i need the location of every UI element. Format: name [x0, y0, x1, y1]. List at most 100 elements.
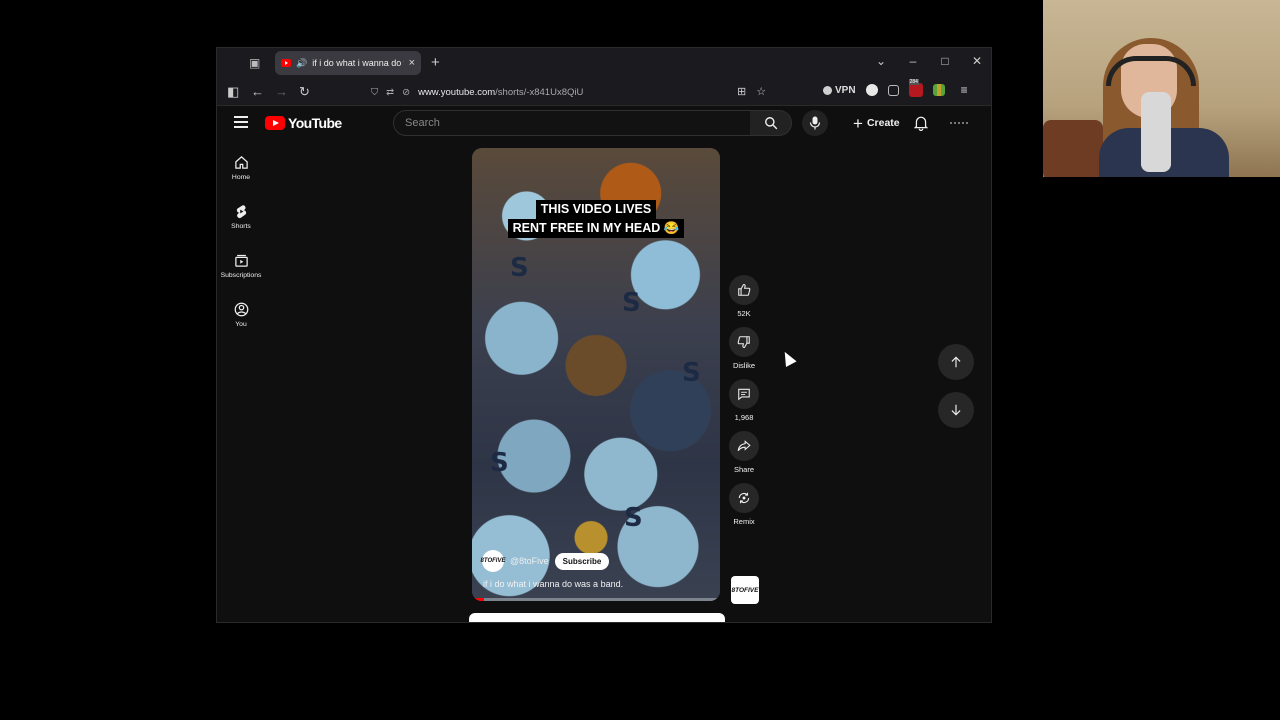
url-path: /shorts/-x841Ux8QiU	[495, 86, 584, 98]
uniform-letter: S	[682, 358, 701, 388]
like-count: 52K	[737, 309, 751, 318]
guide-menu-icon[interactable]	[234, 116, 248, 128]
reload-icon[interactable]: ↻	[299, 84, 310, 100]
extension-puzzle-icon[interactable]	[887, 84, 899, 96]
yt-header: YouTube Search + Create	[217, 107, 991, 141]
short-video-player[interactable]: S S S S S THIS VIDEO LIVES RENT FREE IN …	[472, 148, 720, 601]
sidebar-label: Home	[231, 174, 251, 181]
uniform-letter: S	[510, 253, 529, 283]
share-icon	[737, 440, 751, 451]
tab-title: if i do what i wanna do was	[312, 58, 403, 68]
tab-list-icon[interactable]: ▣	[249, 56, 263, 70]
uniform-letter: S	[624, 503, 643, 533]
search-button[interactable]	[750, 110, 792, 136]
bookmark-star-icon[interactable]: ☆	[756, 85, 766, 98]
uniform-letter: S	[622, 288, 641, 318]
forward-icon[interactable]: →	[275, 84, 288, 99]
youtube-favicon-icon	[281, 59, 291, 67]
you-icon	[234, 302, 248, 317]
new-tab-icon[interactable]: +	[431, 54, 440, 71]
remix-button[interactable]: Remix	[728, 483, 760, 526]
youtube-play-icon	[265, 116, 285, 130]
next-short-button[interactable]	[938, 392, 974, 428]
video-progress-bar[interactable]	[472, 598, 720, 601]
minimize-icon[interactable]: –	[907, 54, 919, 68]
tab-search-chevron-icon[interactable]: ⌄	[875, 54, 887, 68]
close-window-icon[interactable]: ✕	[971, 54, 983, 68]
arrow-down-icon	[951, 404, 961, 416]
ext-badge: 284	[908, 79, 919, 85]
desktop: ▣ 🔊 if i do what i wanna do was × + ⌄ – …	[0, 0, 1280, 720]
subscriptions-icon	[234, 254, 248, 267]
dislike-button[interactable]: Dislike	[728, 327, 760, 370]
maximize-icon[interactable]: □	[939, 54, 951, 68]
comments-button[interactable]: 1,968	[728, 379, 760, 422]
site-info-icon[interactable]: ⊘	[402, 87, 410, 98]
video-title[interactable]: if i do what i wanna do was a band.	[483, 579, 623, 589]
browser-menu-icon[interactable]: ≡	[961, 83, 968, 97]
webcam-microphone	[1141, 92, 1171, 172]
sidebar-item-home[interactable]: Home	[217, 155, 265, 181]
logo-text: YouTube	[288, 115, 342, 131]
tracking-icon[interactable]: ⇄	[386, 87, 394, 98]
notifications-bell-icon[interactable]	[914, 115, 928, 131]
channel-row: 8TOFIVE @8toFive Subscribe	[481, 550, 610, 572]
sidebar-item-you[interactable]: You	[217, 302, 265, 328]
back-icon[interactable]: ←	[251, 84, 264, 99]
comment-count: 1,968	[734, 413, 754, 422]
url-actions: ⊞ ☆	[737, 85, 766, 98]
share-button[interactable]: Share	[728, 431, 760, 474]
next-short-preview[interactable]	[469, 613, 725, 622]
extension-d-icon[interactable]	[865, 84, 878, 96]
browser-tab[interactable]: 🔊 if i do what i wanna do was ×	[275, 51, 421, 75]
sidebar-item-shorts[interactable]: Shorts	[217, 204, 265, 230]
vpn-button[interactable]: VPN	[823, 85, 856, 96]
create-label: Create	[866, 117, 900, 129]
sidebar-label: You	[235, 321, 247, 328]
sidebar-toggle-icon[interactable]: ◧	[227, 84, 239, 100]
url-host: www.youtube.com	[418, 86, 496, 98]
arrow-up-icon	[951, 356, 961, 368]
extension-meter-icon[interactable]	[932, 84, 945, 96]
mic-icon	[809, 116, 821, 130]
extensions-bar: VPN 284 ≡	[823, 79, 968, 97]
youtube-logo[interactable]: YouTube	[265, 115, 342, 131]
youtube-page: YouTube Search + Create Home Shorts Subs…	[217, 107, 991, 622]
shield-icon[interactable]: ⛉	[371, 87, 378, 98]
subscribe-button[interactable]: Subscribe	[554, 552, 610, 570]
channel-handle[interactable]: @8toFive	[510, 556, 549, 566]
progress-fill	[472, 598, 485, 601]
browser-window: ▣ 🔊 if i do what i wanna do was × + ⌄ – …	[216, 47, 992, 623]
remix-label: Remix	[733, 517, 755, 526]
like-button[interactable]: 52K	[728, 275, 760, 318]
title-bar: ▣ 🔊 if i do what i wanna do was × + ⌄ – …	[217, 48, 991, 78]
search-input[interactable]: Search	[393, 110, 751, 136]
audio-channel-thumbnail[interactable]: 8TOFIVE	[731, 576, 759, 604]
window-controls: ⌄ – □ ✕	[875, 54, 983, 68]
tab-close-icon[interactable]: ×	[409, 57, 415, 69]
vpn-label: VPN	[835, 84, 856, 96]
url-field[interactable]: ⛉ ⇄ ⊘ www.youtube.com/shorts/-x841Ux8QiU	[363, 81, 779, 103]
previous-short-button[interactable]	[938, 344, 974, 380]
install-app-icon[interactable]: ⊞	[737, 85, 746, 98]
audio-playing-icon[interactable]: 🔊	[296, 58, 307, 69]
thumbs-down-icon	[737, 336, 750, 348]
sidebar-item-subscriptions[interactable]: Subscriptions	[217, 253, 265, 279]
vpn-icon	[823, 85, 832, 95]
webcam-headset	[1106, 56, 1196, 86]
uniform-letter: S	[490, 448, 509, 478]
voice-search-button[interactable]	[802, 110, 828, 136]
video-caption: THIS VIDEO LIVES RENT FREE IN MY HEAD 😂	[472, 200, 720, 238]
comment-icon	[738, 388, 750, 401]
create-button[interactable]: + Create	[843, 110, 910, 136]
sidebar-label: Subscriptions	[220, 272, 262, 279]
search-icon	[764, 117, 777, 130]
home-icon	[234, 156, 248, 169]
plus-icon: +	[853, 113, 863, 133]
thumbs-up-icon	[738, 284, 751, 296]
account-loading-icon[interactable]	[950, 122, 968, 124]
extension-ublock-icon[interactable]: 284	[908, 79, 923, 97]
channel-avatar[interactable]: 8TOFIVE	[481, 550, 505, 572]
webcam-overlay	[1043, 0, 1280, 177]
address-bar-row: ◧ ← → ↻ ⛉ ⇄ ⊘ www.youtube.com/shorts/-x8…	[217, 78, 991, 106]
